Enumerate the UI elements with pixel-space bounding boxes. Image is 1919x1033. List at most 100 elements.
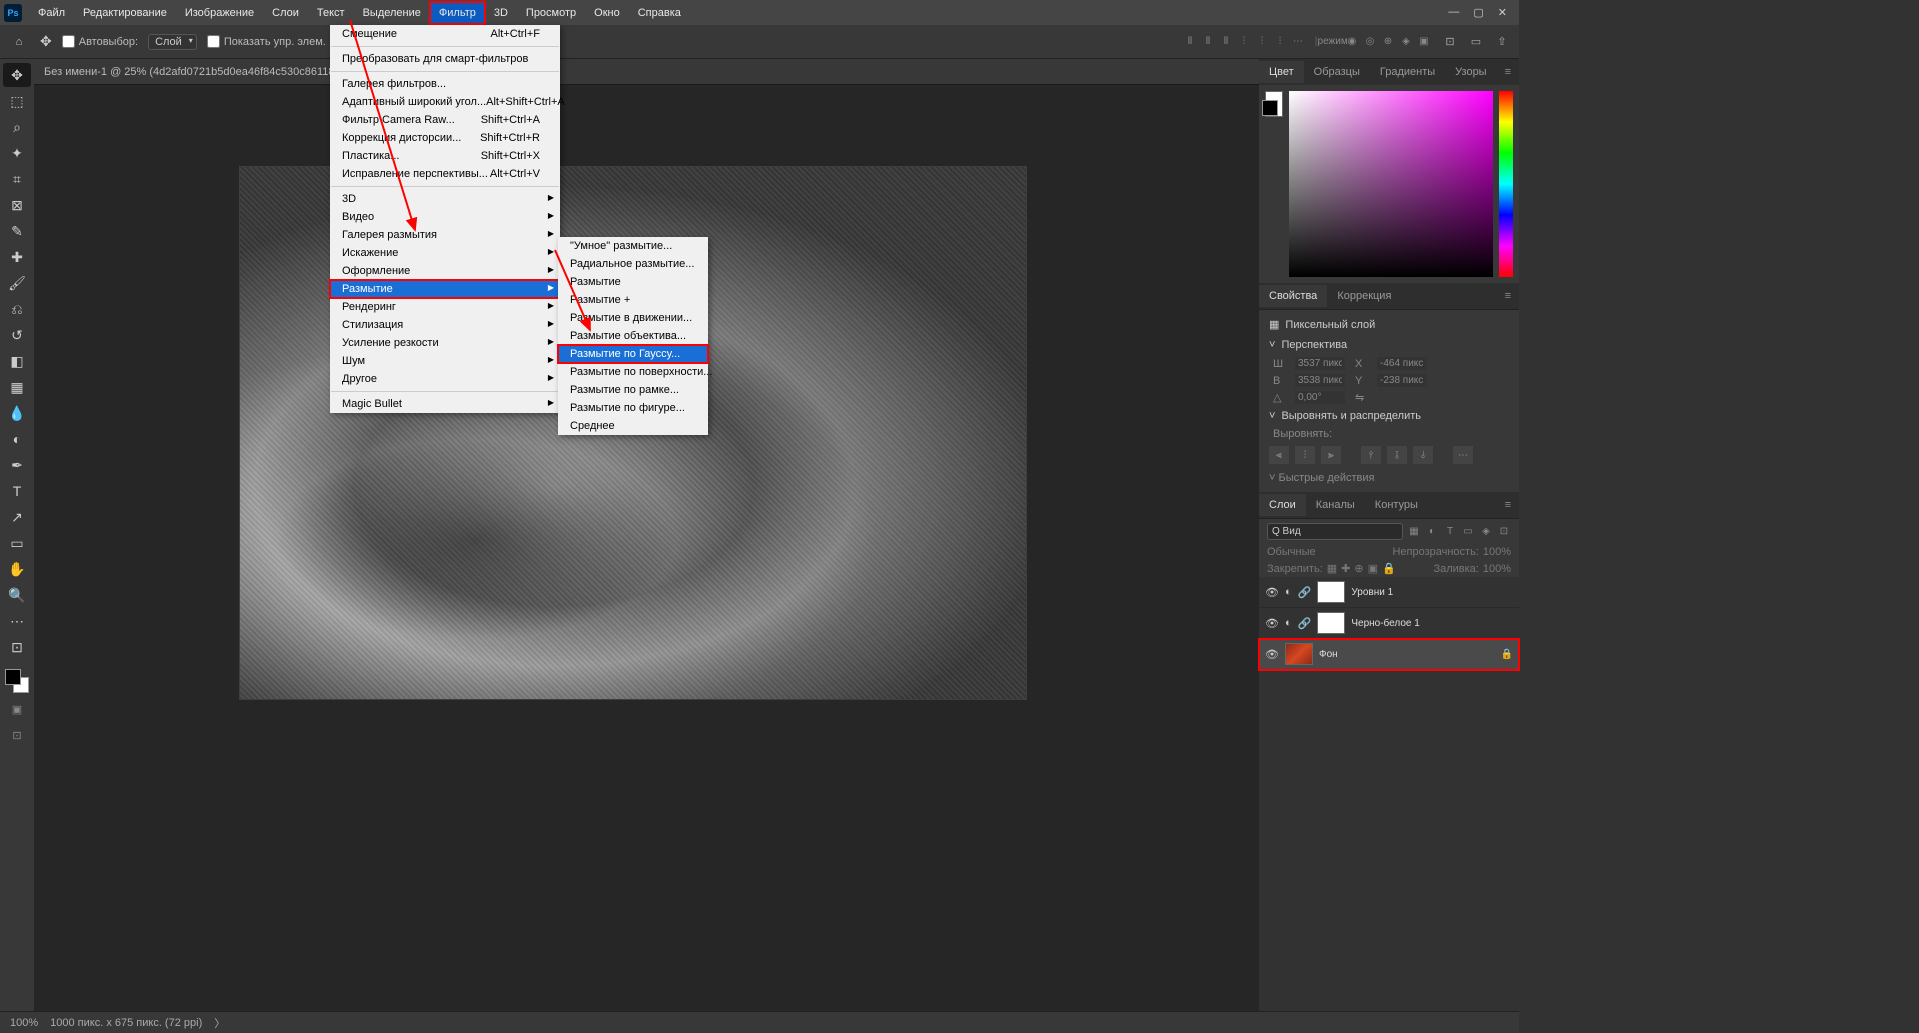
filter-sharpen[interactable]: Усиление резкости▶ [330, 334, 560, 352]
blur-radial[interactable]: Радиальное размытие... [558, 255, 708, 273]
filter-gallery[interactable]: Галерея фильтров... [330, 75, 560, 93]
3d-icon[interactable]: ◎ [1363, 35, 1377, 49]
lock-icon[interactable]: 🔒 [1382, 562, 1396, 575]
brush-tool[interactable]: 🖌 [3, 271, 31, 295]
wand-tool[interactable]: ✦ [3, 141, 31, 165]
chevron-right-icon[interactable]: 〉 [214, 1015, 225, 1031]
screenmode-icon[interactable]: ⊡ [4, 725, 30, 745]
align-icon[interactable]: ⫴ [1201, 35, 1215, 49]
align-icon[interactable]: ⫴ [1219, 35, 1233, 49]
perspective-header[interactable]: ˅ Перспектива [1259, 335, 1519, 355]
blur-box[interactable]: Размытие по рамке... [558, 381, 708, 399]
history-brush-tool[interactable]: ↺ [3, 323, 31, 347]
filter-wideangle[interactable]: Адаптивный широкий угол...Alt+Shift+Ctrl… [330, 93, 560, 111]
align-icon[interactable]: ⫶ [1237, 35, 1251, 49]
blur-shape[interactable]: Размытие по фигуре... [558, 399, 708, 417]
eraser-tool[interactable]: ◧ [3, 349, 31, 373]
align-more[interactable]: ⋯ [1453, 446, 1473, 464]
more-icon[interactable]: ⋯ [1291, 35, 1305, 49]
fill-value[interactable]: 100% [1483, 563, 1511, 575]
lock-artboard-icon[interactable]: ▣ [1368, 562, 1378, 575]
lock-icon[interactable]: 🔒 [1501, 649, 1513, 660]
layer-name[interactable]: Уровни 1 [1351, 587, 1393, 598]
filter-magicbullet[interactable]: Magic Bullet▶ [330, 395, 560, 413]
w-input[interactable] [1295, 357, 1345, 370]
blur-motion[interactable]: Размытие в движении... [558, 309, 708, 327]
angle-input[interactable] [1295, 391, 1345, 404]
blur-lens[interactable]: Размытие объектива... [558, 327, 708, 345]
text-tool[interactable]: T [3, 479, 31, 503]
color-field[interactable] [1289, 91, 1493, 277]
filter-adj-icon[interactable]: ◐ [1425, 525, 1439, 539]
marquee-tool[interactable]: ⬚ [3, 89, 31, 113]
tab-adjustments[interactable]: Коррекция [1327, 285, 1401, 307]
quickmask-icon[interactable]: ▣ [4, 699, 30, 719]
tab-gradients[interactable]: Градиенты [1370, 61, 1445, 83]
filter-smart[interactable]: Преобразовать для смарт-фильтров [330, 50, 560, 68]
align-icon[interactable]: ⫶ [1255, 35, 1269, 49]
layer-filter[interactable]: Q Вид [1267, 523, 1403, 540]
lock-pixels-icon[interactable]: ▦ [1327, 562, 1337, 575]
stamp-tool[interactable]: ⎌ [3, 297, 31, 321]
lock-position-icon[interactable]: ✚ [1341, 562, 1350, 575]
filter-last[interactable]: СмещениеAlt+Ctrl+F [330, 25, 560, 43]
menu-select[interactable]: Выделение [355, 3, 429, 23]
3d-icon[interactable]: ◉ [1345, 35, 1359, 49]
menu-view[interactable]: Просмотр [518, 3, 584, 23]
eyedropper-tool[interactable]: ✎ [3, 219, 31, 243]
menu-edit[interactable]: Редактирование [75, 3, 175, 23]
filter-pixelate[interactable]: Оформление▶ [330, 262, 560, 280]
maximize-icon[interactable]: ▢ [1473, 6, 1483, 19]
align-left[interactable]: ⫷ [1269, 446, 1289, 464]
3d-mode-icon[interactable]: режим: [1327, 35, 1341, 49]
align-header[interactable]: ˅ Выровнять и распределить [1259, 406, 1519, 426]
align-bottom[interactable]: ⫰ [1413, 446, 1433, 464]
hue-slider[interactable] [1499, 91, 1513, 277]
layer-select[interactable]: Слой [148, 34, 197, 50]
lasso-tool[interactable]: ⌕ [3, 115, 31, 139]
workspace-icon[interactable]: ▭ [1467, 33, 1485, 51]
tab-swatches[interactable]: Образцы [1304, 61, 1370, 83]
menu-file[interactable]: Файл [30, 3, 73, 23]
align-vcenter[interactable]: ⫱ [1387, 446, 1407, 464]
more-tools[interactable]: ⋯ [3, 609, 31, 633]
dodge-tool[interactable]: ◐ [3, 427, 31, 451]
align-top[interactable]: ⫯ [1361, 446, 1381, 464]
align-icon[interactable]: ⫴ [1183, 35, 1197, 49]
filter-toggle[interactable]: ⊡ [1497, 525, 1511, 539]
blur-more[interactable]: Размытие + [558, 291, 708, 309]
filter-stylize[interactable]: Стилизация▶ [330, 316, 560, 334]
tab-color[interactable]: Цвет [1259, 61, 1304, 83]
crop-tool[interactable]: ⌗ [3, 167, 31, 191]
tab-patterns[interactable]: Узоры [1445, 61, 1496, 83]
filter-cameraraw[interactable]: Фильтр Camera Raw...Shift+Ctrl+A [330, 111, 560, 129]
filter-distort[interactable]: Искажение▶ [330, 244, 560, 262]
path-tool[interactable]: ↗ [3, 505, 31, 529]
visibility-icon[interactable]: 👁 [1265, 586, 1279, 599]
panel-menu-icon[interactable]: ≡ [1497, 499, 1519, 511]
blur-smart[interactable]: "Умное" размытие... [558, 237, 708, 255]
pen-tool[interactable]: ✒ [3, 453, 31, 477]
filter-text-icon[interactable]: T [1443, 525, 1457, 539]
layer-name[interactable]: Черно-белое 1 [1351, 618, 1419, 629]
visibility-icon[interactable]: 👁 [1265, 648, 1279, 661]
flip-icon[interactable]: ⇋ [1355, 391, 1367, 404]
h-input[interactable] [1295, 374, 1345, 387]
edit-toolbar[interactable]: ⊡ [3, 635, 31, 659]
3d-icon[interactable]: ⊕ [1381, 35, 1395, 49]
share-icon[interactable]: ⇧ [1493, 33, 1511, 51]
filter-vanishing[interactable]: Исправление перспективы...Alt+Ctrl+V [330, 165, 560, 183]
blur-tool[interactable]: 💧 [3, 401, 31, 425]
fg-bg-swatch[interactable] [1265, 91, 1283, 117]
filter-render[interactable]: Рендеринг▶ [330, 298, 560, 316]
gradient-tool[interactable]: ▦ [3, 375, 31, 399]
filter-liquify[interactable]: Пластика...Shift+Ctrl+X [330, 147, 560, 165]
filter-video[interactable]: Видео▶ [330, 208, 560, 226]
search-icon[interactable]: ⊡ [1441, 33, 1459, 51]
layer-name[interactable]: Фон [1319, 649, 1338, 660]
align-icon[interactable]: ⫶ [1273, 35, 1287, 49]
autoselect-checkbox[interactable]: Автовыбор: [62, 35, 138, 48]
tab-paths[interactable]: Контуры [1365, 494, 1428, 516]
filter-shape-icon[interactable]: ▭ [1461, 525, 1475, 539]
quick-actions-header[interactable]: ˅ Быстрые действия [1259, 468, 1519, 488]
